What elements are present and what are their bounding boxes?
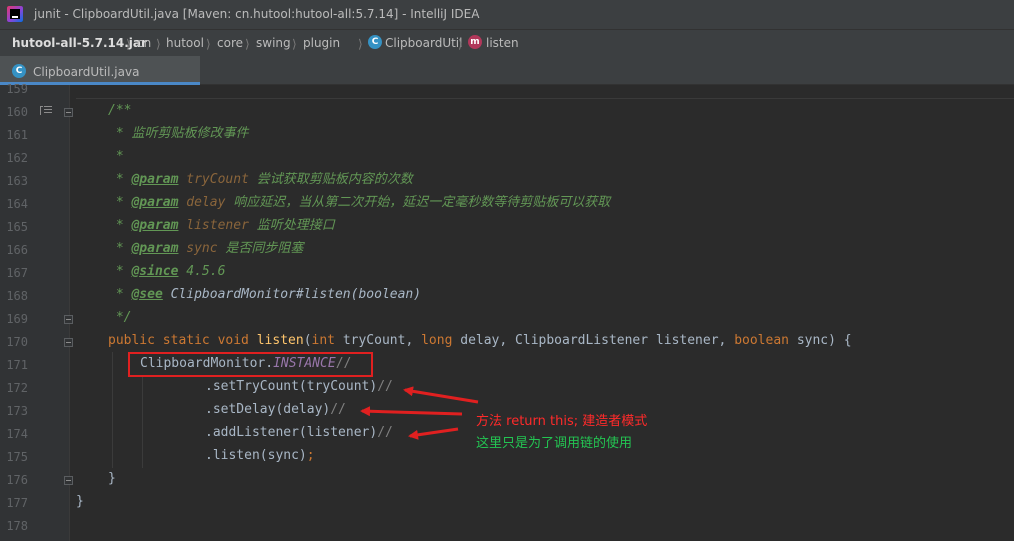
annotation-arrows — [360, 386, 479, 440]
arrow-to-addlistener — [408, 427, 459, 440]
annotation-note-chain: 这里只是为了调用链的使用 — [476, 436, 633, 451]
arrow-to-setdelay — [360, 406, 463, 417]
arrow-to-settrycount — [403, 386, 479, 404]
annotation-note-builder: 方法 return this; 建造者模式 — [476, 414, 648, 429]
